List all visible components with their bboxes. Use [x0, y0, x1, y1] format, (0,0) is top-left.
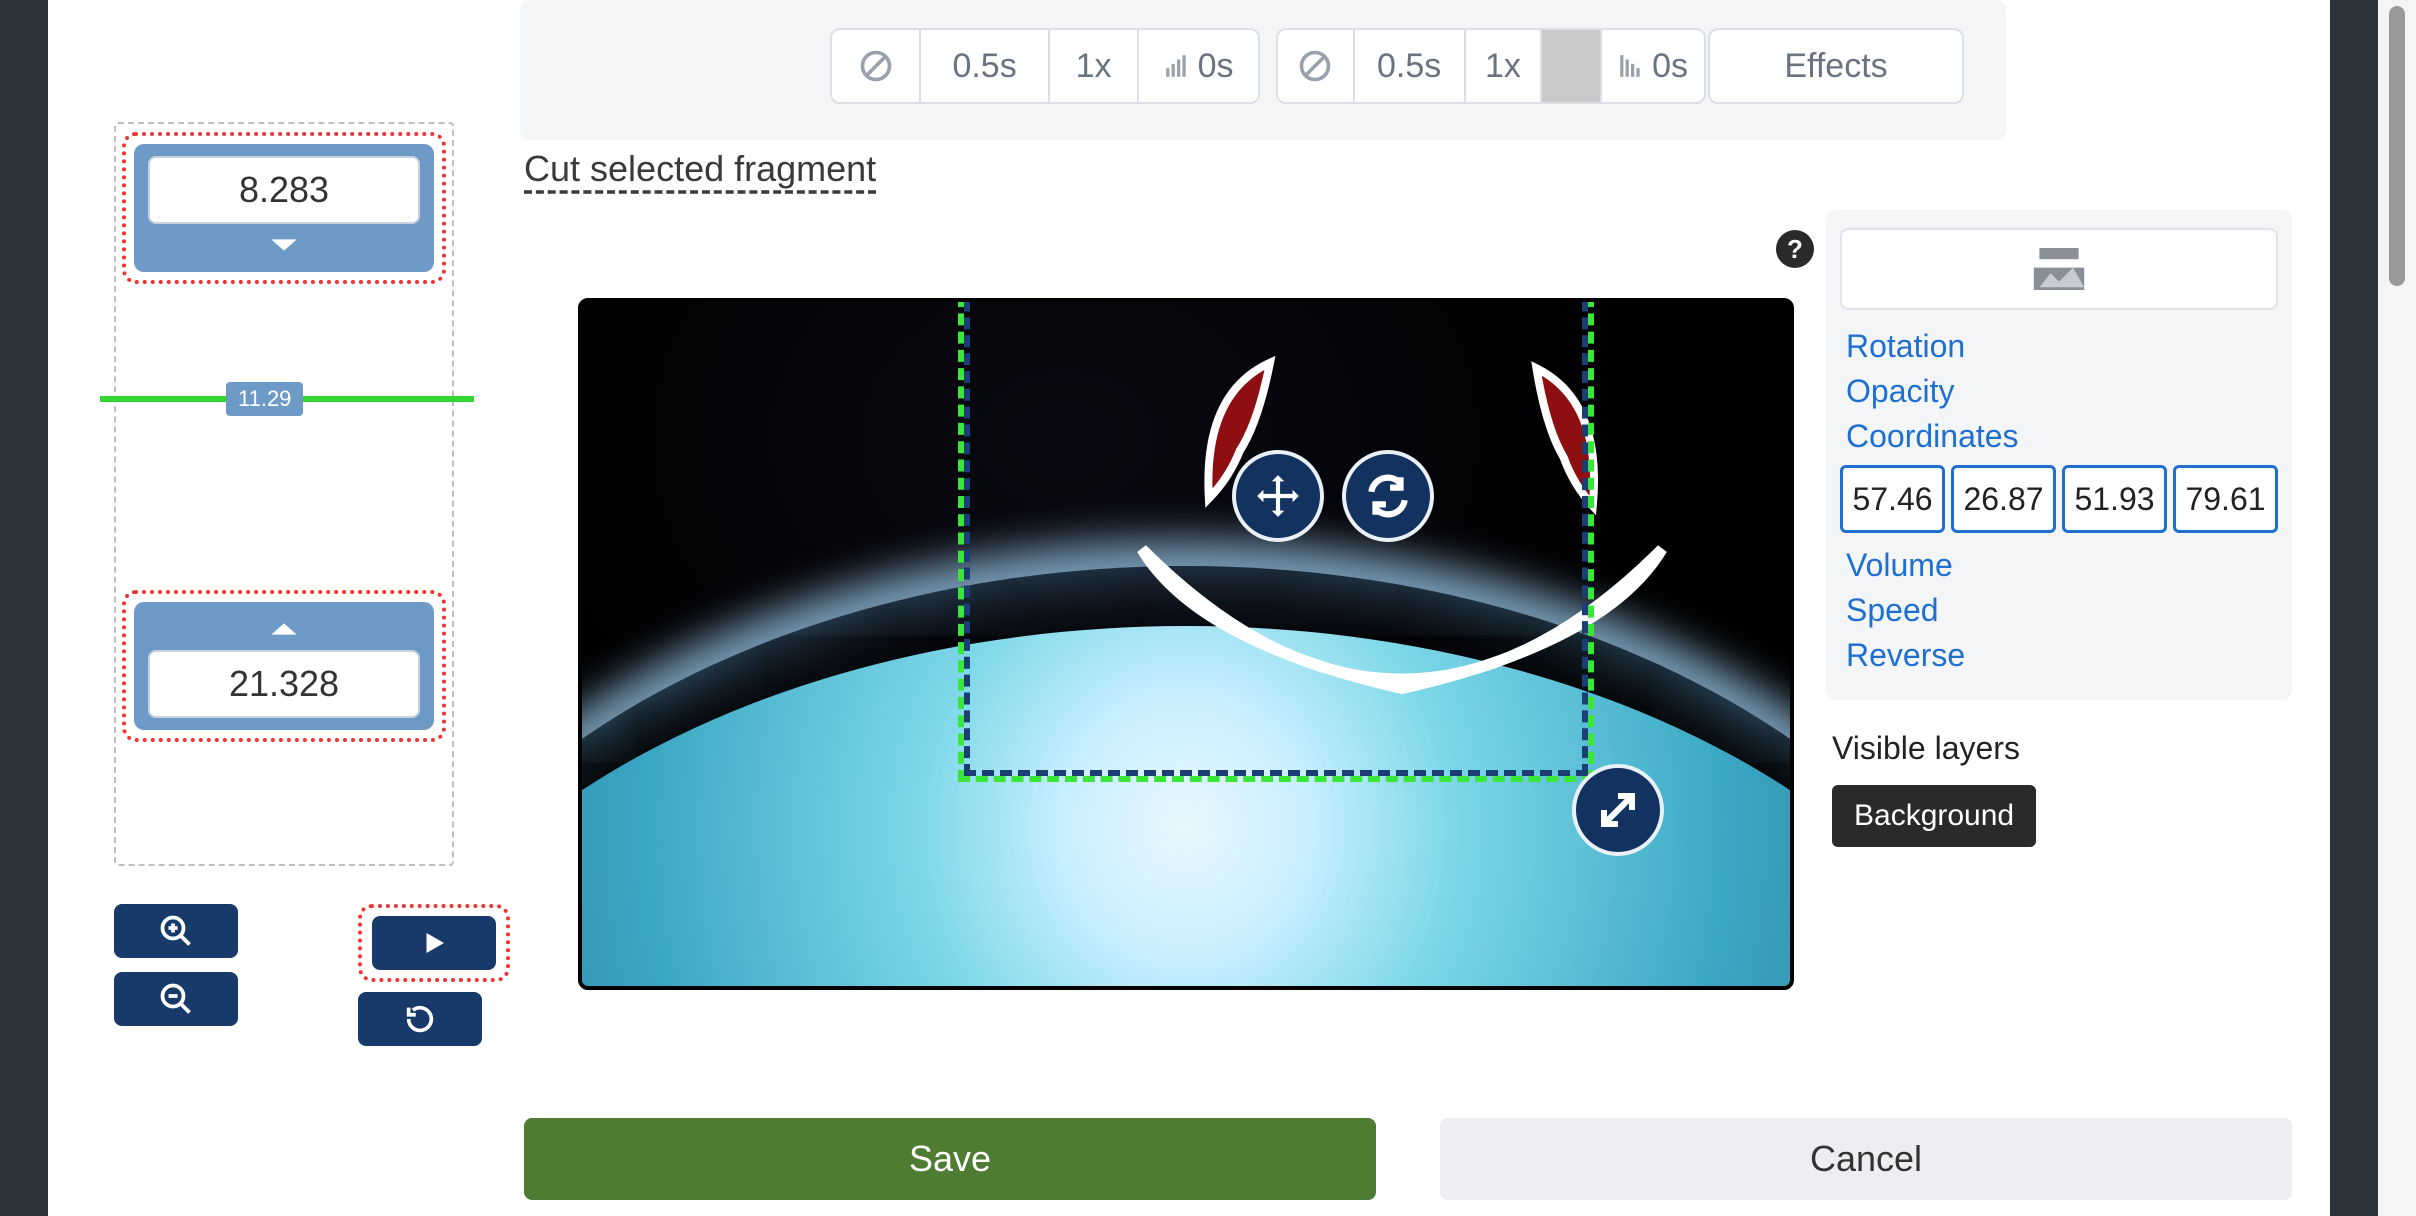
- effects-button[interactable]: Effects: [1708, 28, 1964, 104]
- anim-in-duration[interactable]: 0.5s: [921, 30, 1050, 102]
- zoom-in-button[interactable]: [114, 904, 238, 958]
- anim-in-multiplier[interactable]: 1x: [1050, 30, 1139, 102]
- cut-fragment-link[interactable]: Cut selected fragment: [524, 148, 876, 200]
- background-layer-chip[interactable]: Background: [1832, 785, 2036, 847]
- start-time-input[interactable]: 8.283: [148, 156, 420, 224]
- sync-handle[interactable]: [1342, 450, 1434, 542]
- end-time-input[interactable]: 21.328: [148, 650, 420, 718]
- visible-layers-label: Visible layers: [1832, 730, 2286, 767]
- help-icon[interactable]: ?: [1776, 230, 1814, 268]
- anim-out-seconds[interactable]: 0s: [1602, 30, 1704, 102]
- speed-link[interactable]: Speed: [1846, 592, 2272, 629]
- coordinates-row: 57.46 26.87 51.93 79.61: [1840, 465, 2278, 533]
- start-time-block: 8.283: [122, 132, 446, 284]
- start-time-down-arrow[interactable]: [148, 230, 420, 260]
- editor-app: 0.5s 1x 0s 0.5s 1x 0s: [48, 0, 2330, 1216]
- anim-in-seconds-value: 0s: [1198, 47, 1234, 86]
- no-entry-icon[interactable]: [1278, 30, 1355, 102]
- coordinates-link[interactable]: Coordinates: [1846, 418, 2272, 455]
- play-button[interactable]: [372, 916, 496, 970]
- overlay-horn-right: [1445, 339, 1658, 538]
- timeline-column: 8.283 11.29 21.328: [114, 122, 454, 1046]
- timeline-range-box: 8.283 11.29 21.328: [114, 122, 454, 866]
- no-entry-icon[interactable]: [832, 30, 921, 102]
- bottom-actions: Save Cancel: [524, 1118, 2292, 1200]
- animation-in-group[interactable]: 0.5s 1x 0s: [830, 28, 1260, 104]
- reload-button[interactable]: [358, 992, 482, 1046]
- coord-input-4[interactable]: 79.61: [2173, 465, 2278, 533]
- scrollbar-track[interactable]: [2378, 0, 2416, 1216]
- window-left-margin: [0, 0, 48, 1216]
- reverse-link[interactable]: Reverse: [1846, 637, 2272, 674]
- end-time-up-arrow[interactable]: [148, 614, 420, 644]
- play-button-highlight: [358, 904, 510, 982]
- scrollbar-thumb[interactable]: [2389, 6, 2405, 286]
- animation-out-group[interactable]: 0.5s 1x 0s: [1276, 28, 1706, 104]
- animation-toolbar: 0.5s 1x 0s 0.5s 1x 0s: [520, 0, 2006, 140]
- anim-in-seconds[interactable]: 0s: [1139, 30, 1258, 102]
- anim-out-shade[interactable]: [1542, 30, 1602, 102]
- video-preview[interactable]: [578, 298, 1794, 990]
- anim-out-duration[interactable]: 0.5s: [1355, 30, 1466, 102]
- cancel-button[interactable]: Cancel: [1440, 1118, 2292, 1200]
- preview-overlay-face: [1102, 342, 1702, 772]
- zoom-out-button[interactable]: [114, 972, 238, 1026]
- properties-panel: ? Rotation Opacity Coordinates 57.46 26.…: [1826, 210, 2292, 847]
- coord-input-3[interactable]: 51.93: [2062, 465, 2167, 533]
- move-handle[interactable]: [1232, 450, 1324, 542]
- coord-input-2[interactable]: 26.87: [1951, 465, 2056, 533]
- overlay-mouth: [1112, 512, 1692, 772]
- end-time-block: 21.328: [122, 590, 446, 742]
- rotation-link[interactable]: Rotation: [1846, 328, 2272, 365]
- resize-handle[interactable]: [1572, 764, 1664, 856]
- volume-link[interactable]: Volume: [1846, 547, 2272, 584]
- playhead-time-badge: 11.29: [226, 382, 303, 416]
- layer-thumbnail[interactable]: [1840, 228, 2278, 310]
- timeline-controls-row: [114, 904, 454, 1046]
- anim-out-seconds-value: 0s: [1652, 47, 1688, 86]
- save-button[interactable]: Save: [524, 1118, 1376, 1200]
- coord-input-1[interactable]: 57.46: [1840, 465, 1945, 533]
- toolbar-container: 0.5s 1x 0s 0.5s 1x 0s: [76, 0, 2302, 140]
- window-right-margin: [2330, 0, 2378, 1216]
- opacity-link[interactable]: Opacity: [1846, 373, 2272, 410]
- anim-out-multiplier[interactable]: 1x: [1466, 30, 1543, 102]
